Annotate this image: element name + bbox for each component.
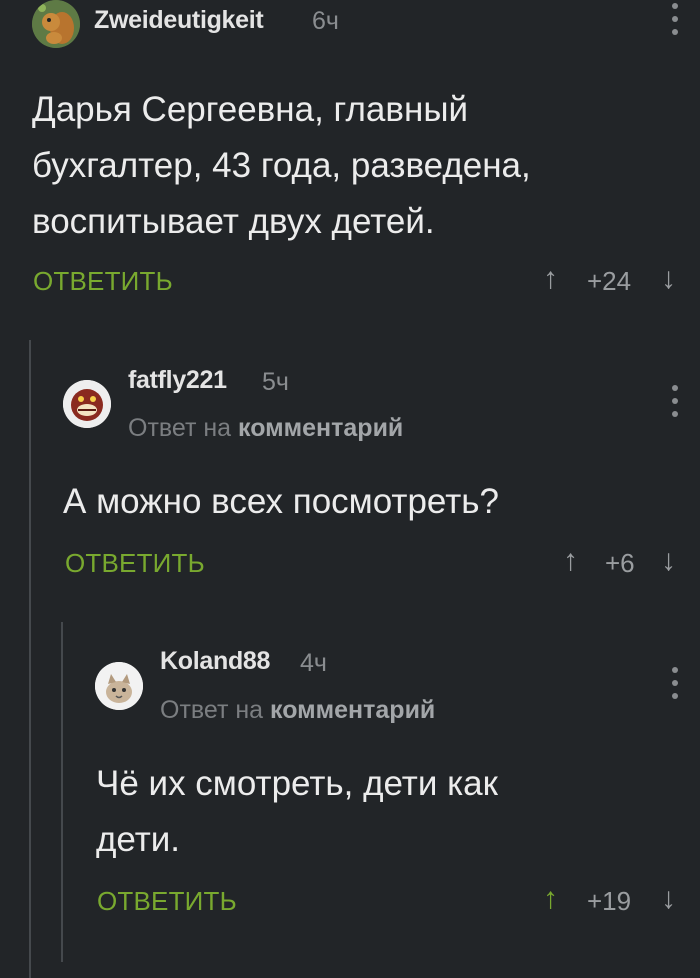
- rating-value: +24: [587, 266, 632, 296]
- comment-body: Дарья Сергеевна, главный бухгалтер, 43 г…: [32, 82, 531, 250]
- squirrel-avatar[interactable]: [32, 0, 80, 48]
- reply-to-link[interactable]: комментарий: [238, 414, 403, 442]
- monster-avatar[interactable]: [63, 380, 111, 428]
- rating-value: +6: [605, 548, 635, 578]
- comment-time: 4ч: [300, 649, 327, 677]
- comment-body-line: Чё их смотреть, дети как: [96, 764, 498, 803]
- thread-line-level-1: [29, 340, 31, 978]
- more-menu-icon[interactable]: [669, 3, 681, 37]
- more-menu-icon[interactable]: [669, 385, 681, 419]
- comment-body: А можно всех посмотреть?: [63, 474, 499, 530]
- reply-button[interactable]: ОТВЕТИТЬ: [97, 886, 237, 917]
- comment-body-line: бухгалтер, 43 года, разведена,: [32, 146, 531, 185]
- reply-to-prefix: Ответ на: [128, 414, 232, 442]
- comment-time: 5ч: [262, 368, 289, 396]
- comment-body: Чё их смотреть, дети как дети.: [96, 756, 498, 868]
- reply-to-label: Ответ на комментарий: [160, 696, 435, 725]
- reply-to-link[interactable]: комментарий: [270, 696, 435, 724]
- author-name[interactable]: fatfly221: [128, 366, 227, 395]
- squirrel-icon: [32, 0, 80, 48]
- cat-icon: [95, 662, 143, 710]
- comment-body-line: Дарья Сергеевна, главный: [32, 90, 469, 129]
- comment-time: 6ч: [312, 7, 339, 35]
- monster-icon: [63, 380, 111, 428]
- comment-zweideutigkeit: Zweideutigkeit 6ч Дарья Сергеевна, главн…: [0, 0, 700, 320]
- downvote-arrow-icon[interactable]: ↓: [661, 882, 676, 916]
- comment-body-line: воспитывает двух детей.: [32, 202, 435, 241]
- reply-button[interactable]: ОТВЕТИТЬ: [65, 548, 205, 579]
- comment-body-line: дети.: [96, 820, 181, 859]
- reply-to-prefix: Ответ на: [160, 696, 264, 724]
- comment-body-line: А можно всех посмотреть?: [63, 482, 499, 521]
- downvote-arrow-icon[interactable]: ↓: [661, 544, 676, 578]
- upvote-arrow-icon[interactable]: ↑: [543, 882, 558, 916]
- thread-line-level-2: [61, 622, 63, 962]
- upvote-arrow-icon[interactable]: ↑: [543, 262, 558, 296]
- upvote-arrow-icon[interactable]: ↑: [563, 544, 578, 578]
- downvote-arrow-icon[interactable]: ↓: [661, 262, 676, 296]
- more-menu-icon[interactable]: [669, 667, 681, 701]
- cat-avatar[interactable]: [95, 662, 143, 710]
- reply-to-label: Ответ на комментарий: [128, 414, 403, 443]
- author-name[interactable]: Koland88: [160, 647, 270, 676]
- author-name[interactable]: Zweideutigkeit: [94, 6, 264, 35]
- rating-value: +19: [587, 886, 632, 916]
- reply-button[interactable]: ОТВЕТИТЬ: [33, 266, 173, 297]
